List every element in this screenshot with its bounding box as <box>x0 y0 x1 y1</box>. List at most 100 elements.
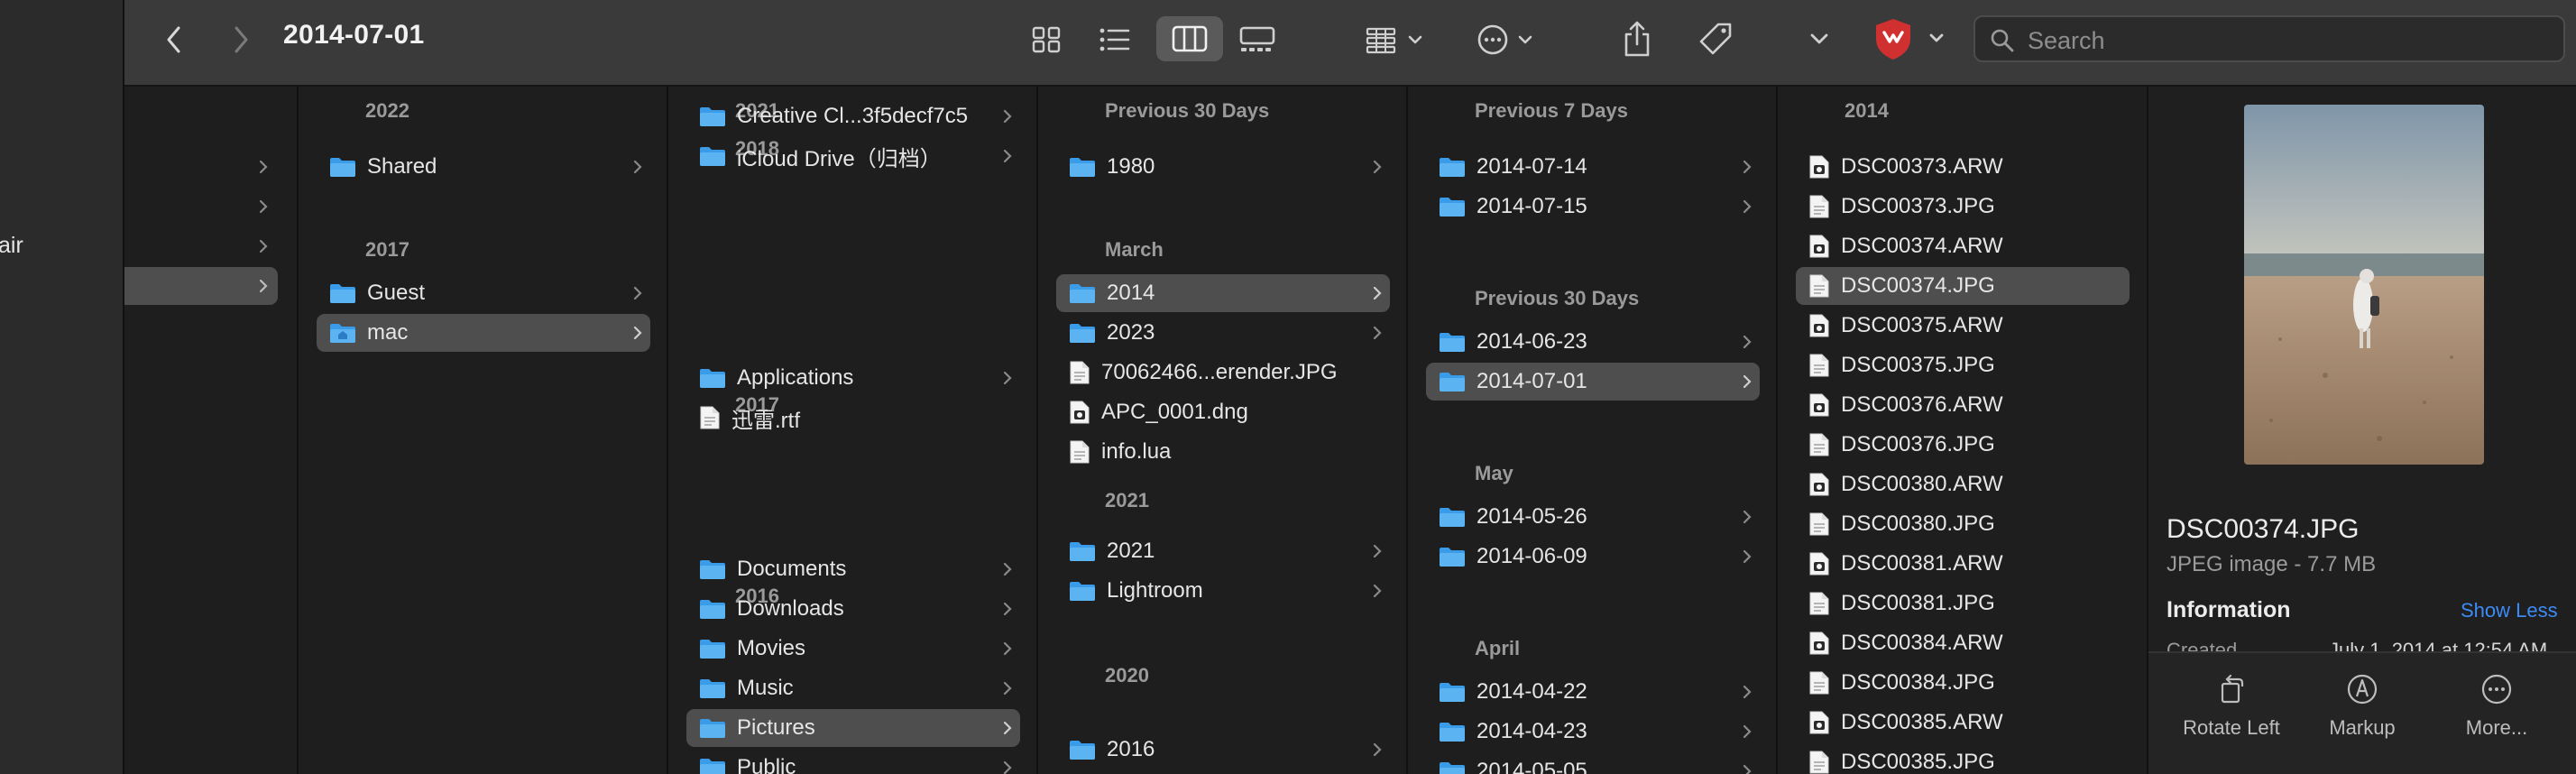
rotate-left-button[interactable]: Rotate Left <box>2159 673 2304 740</box>
list-item[interactable]: DSC00384.ARW <box>1796 624 2130 662</box>
list-item-selected[interactable] <box>124 267 278 305</box>
list-item[interactable]: 2014-04-23 <box>1426 713 1760 751</box>
list-item[interactable]: DSC00380.JPG <box>1796 505 2130 543</box>
list-item[interactable]: 2016 <box>1056 731 1390 769</box>
section-header: 2020 <box>1105 664 1149 686</box>
tags-button[interactable] <box>1694 16 1739 61</box>
list-view-button[interactable] <box>1093 20 1136 60</box>
list-item[interactable]: 2014-04-22 <box>1426 673 1760 711</box>
chevron-right-icon <box>259 160 268 174</box>
show-less-button[interactable]: Show Less <box>2461 599 2558 622</box>
list-item[interactable]: DSC00384.JPG <box>1796 664 2130 702</box>
home-folder-icon <box>330 324 355 343</box>
list-item[interactable] <box>124 188 282 226</box>
chevron-right-icon <box>1743 685 1752 699</box>
browser-column-5: 2014 DSC00373.ARW DSC00373.JPG DSC00374.AR… <box>1778 87 2148 774</box>
list-item[interactable]: Downloads <box>686 590 1020 628</box>
list-item[interactable]: DSC00380.ARW <box>1796 465 2130 503</box>
chevron-right-icon <box>1003 721 1012 735</box>
list-item[interactable]: Movies <box>686 630 1020 668</box>
list-item-selected[interactable]: mac <box>317 314 650 352</box>
group-button[interactable] <box>1362 20 1431 60</box>
chevron-right-icon <box>1373 742 1382 757</box>
list-item[interactable] <box>124 227 282 265</box>
list-item-selected[interactable]: 2014 <box>1056 274 1390 312</box>
list-item[interactable]: DSC00381.ARW <box>1796 545 2130 583</box>
list-item-selected[interactable]: Pictures <box>686 709 1020 747</box>
folder-icon <box>1070 542 1095 561</box>
raw-file-icon <box>1809 473 1829 496</box>
list-item[interactable]: DSC00373.JPG <box>1796 188 2130 226</box>
section-header: 2017 <box>365 238 409 261</box>
document-icon <box>1809 195 1829 218</box>
folder-icon <box>1440 508 1465 527</box>
markup-icon <box>2347 674 2378 705</box>
chevron-down-icon <box>1810 33 1828 44</box>
folder-icon <box>700 679 725 698</box>
column-view-button[interactable] <box>1156 16 1223 61</box>
list-item[interactable]: 2014-05-05 <box>1426 752 1760 774</box>
list-item[interactable]: DSC00375.JPG <box>1796 346 2130 384</box>
list-item[interactable]: Guest <box>317 274 650 312</box>
quick-actions-bar: Rotate Left Markup More... <box>2148 651 2576 774</box>
folder-icon <box>1440 333 1465 352</box>
back-button[interactable] <box>159 22 189 58</box>
list-item[interactable] <box>124 148 282 186</box>
list-item[interactable]: DSC00381.JPG <box>1796 585 2130 622</box>
list-item[interactable]: 迅雷.rtf <box>686 399 1020 437</box>
list-item[interactable]: 2014-06-23 <box>1426 323 1760 361</box>
list-item-selected[interactable]: DSC00374.JPG <box>1796 267 2130 305</box>
list-item[interactable]: 2023 <box>1056 314 1390 352</box>
list-item[interactable]: DSC00374.ARW <box>1796 227 2130 265</box>
list-item[interactable]: DSC00376.JPG <box>1796 426 2130 464</box>
chevron-right-icon <box>1743 764 1752 774</box>
ellipsis-circle-icon <box>2481 674 2512 705</box>
document-icon <box>1809 433 1829 456</box>
list-item[interactable]: DSC00376.ARW <box>1796 386 2130 424</box>
preview-kind: JPEG image - 7.7 MB <box>2167 552 2377 576</box>
list-item[interactable]: 70062466...erender.JPG <box>1056 354 1390 392</box>
share-button[interactable] <box>1615 16 1660 61</box>
section-header: March <box>1105 238 1164 261</box>
list-item-selected[interactable]: 2014-07-01 <box>1426 363 1760 401</box>
list-item[interactable]: Applications <box>686 359 1020 397</box>
list-item[interactable]: 2021 <box>1056 532 1390 570</box>
markup-button[interactable]: Markup <box>2290 673 2434 740</box>
chevron-right-icon <box>633 326 642 340</box>
list-item[interactable]: iCloud Drive（归档） <box>686 137 1020 175</box>
list-item[interactable]: DSC00385.JPG <box>1796 743 2130 774</box>
section-header: April <box>1475 637 1521 659</box>
list-item[interactable]: 2014-07-14 <box>1426 148 1760 186</box>
list-item[interactable]: DSC00385.ARW <box>1796 704 2130 742</box>
toolbar-overflow-button[interactable] <box>1804 23 1835 54</box>
list-item[interactable]: 2014-07-15 <box>1426 188 1760 226</box>
action-button[interactable] <box>1474 20 1542 60</box>
forward-button[interactable] <box>225 22 256 58</box>
list-item[interactable]: 2014-06-09 <box>1426 538 1760 576</box>
list-item[interactable]: Music <box>686 669 1020 707</box>
chevron-right-icon <box>259 239 268 253</box>
gallery-view-button[interactable] <box>1230 20 1284 60</box>
list-item[interactable]: Public <box>686 749 1020 774</box>
sidebar-item-label[interactable]: air <box>0 233 23 259</box>
list-item[interactable]: DSC00375.ARW <box>1796 307 2130 345</box>
chevron-right-icon <box>1003 371 1012 385</box>
list-item[interactable]: APC_0001.dng <box>1056 393 1390 431</box>
icon-view-button[interactable] <box>1025 20 1068 60</box>
list-item[interactable]: 2014-05-26 <box>1426 498 1760 536</box>
list-item[interactable]: 1980 <box>1056 148 1390 186</box>
list-item[interactable]: DSC00373.ARW <box>1796 148 2130 186</box>
list-item[interactable]: Documents <box>686 550 1020 588</box>
search-field[interactable]: Search <box>1973 15 2565 62</box>
list-item[interactable]: info.lua <box>1056 433 1390 471</box>
list-item[interactable]: Creative Cl...3f5decf7c5 <box>686 97 1020 135</box>
document-icon <box>1809 592 1829 615</box>
chevron-right-icon <box>1003 641 1012 656</box>
image-thumbnail[interactable] <box>2244 105 2484 465</box>
list-item[interactable]: Lightroom <box>1056 572 1390 610</box>
app-extension-button[interactable] <box>1871 14 1954 63</box>
list-icon <box>1099 28 1130 51</box>
information-heading: Information <box>2167 597 2291 622</box>
list-item[interactable]: Shared <box>317 148 650 186</box>
more-actions-button[interactable]: More... <box>2424 673 2569 740</box>
